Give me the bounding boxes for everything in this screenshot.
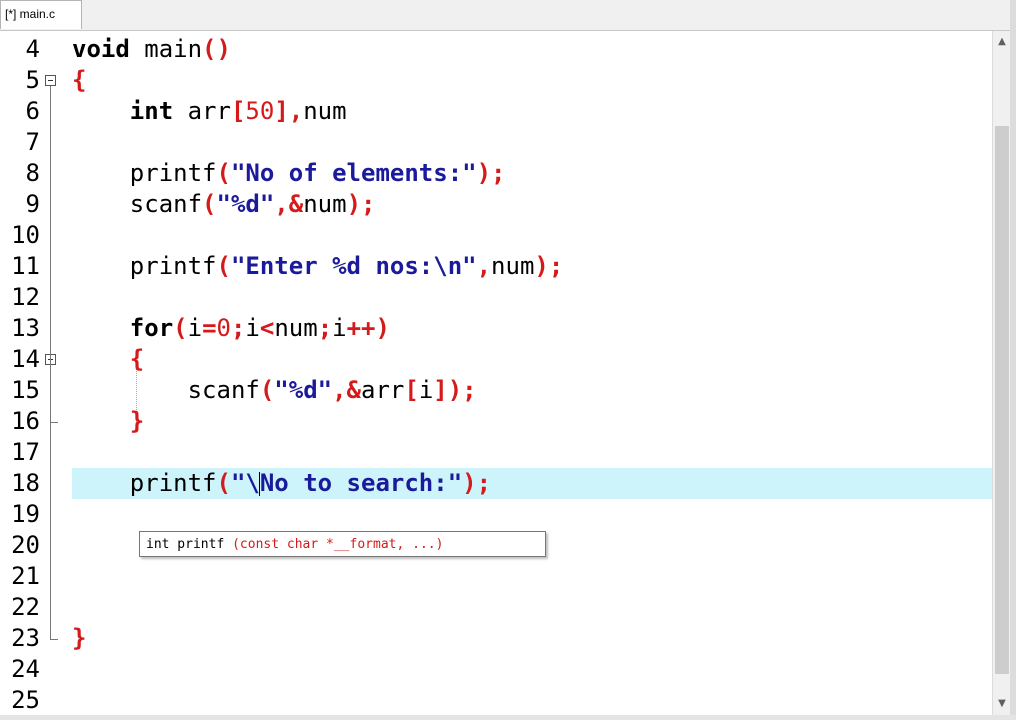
line-number: 13 xyxy=(11,314,40,342)
fold-end-marker xyxy=(50,422,58,423)
line-number: 12 xyxy=(11,283,40,311)
line-number: 20 xyxy=(11,531,40,559)
line-number: 21 xyxy=(11,562,40,590)
code-line[interactable]: scanf("%d",&arr[i]); xyxy=(72,375,992,406)
calltip-params: (const char *__format, ...) xyxy=(232,537,444,552)
line-number: 19 xyxy=(11,500,40,528)
line-number: 4 xyxy=(25,35,40,63)
line-number: 17 xyxy=(11,438,40,466)
code-line[interactable]: printf("\No to search:"); xyxy=(72,468,992,499)
line-number: 6 xyxy=(25,97,40,125)
code-line[interactable] xyxy=(72,592,992,623)
calltip-return: int printf xyxy=(146,537,225,552)
code-line[interactable] xyxy=(72,437,992,468)
code-line[interactable]: scanf("%d",&num); xyxy=(72,189,992,220)
window-edge xyxy=(1010,0,1016,720)
line-number: 14 xyxy=(11,345,40,373)
line-number: 10 xyxy=(11,221,40,249)
tab-bar: [*] main.c xyxy=(0,0,1016,31)
fold-line xyxy=(50,86,51,639)
fold-end-marker xyxy=(50,639,58,640)
code-line[interactable] xyxy=(72,499,992,530)
code-line[interactable] xyxy=(72,561,992,592)
line-number: 8 xyxy=(25,159,40,187)
line-number: 16 xyxy=(11,407,40,435)
code-editor[interactable]: void main(){ int arr[50],num printf("No … xyxy=(0,31,992,715)
code-line[interactable] xyxy=(72,654,992,685)
line-number: 7 xyxy=(25,128,40,156)
line-number: 18 xyxy=(11,469,40,497)
scroll-down-icon[interactable]: ▼ xyxy=(993,695,1011,713)
line-number: 23 xyxy=(11,624,40,652)
tab-label: [*] main.c xyxy=(5,7,56,21)
line-number: 22 xyxy=(11,593,40,621)
tab-main-c[interactable]: [*] main.c xyxy=(0,0,82,29)
line-number: 25 xyxy=(11,686,40,714)
code-line[interactable] xyxy=(72,685,992,715)
fold-toggle-icon[interactable] xyxy=(45,75,56,86)
scrollbar-thumb[interactable] xyxy=(995,126,1009,674)
code-line[interactable] xyxy=(72,220,992,251)
line-number: 9 xyxy=(25,190,40,218)
code-line[interactable]: } xyxy=(72,623,992,654)
code-line[interactable]: printf("No of elements:"); xyxy=(72,158,992,189)
code-line[interactable]: { xyxy=(72,65,992,96)
code-line[interactable] xyxy=(72,282,992,313)
code-line[interactable]: { xyxy=(72,344,992,375)
code-line[interactable] xyxy=(72,127,992,158)
line-number: 5 xyxy=(25,66,40,94)
code-line[interactable]: printf("Enter %d nos:\n",num); xyxy=(72,251,992,282)
line-number: 24 xyxy=(11,655,40,683)
function-signature-tooltip: int printf (const char *__format, ...) xyxy=(139,531,546,557)
vertical-scrollbar[interactable]: ▲ ▼ xyxy=(992,31,1011,715)
window-bottom-edge xyxy=(0,715,1016,720)
code-line[interactable]: for(i=0;i<num;i++) xyxy=(72,313,992,344)
scroll-up-icon[interactable]: ▲ xyxy=(993,33,1011,51)
code-line[interactable]: } xyxy=(72,406,992,437)
fold-line xyxy=(50,365,51,422)
code-line[interactable]: void main() xyxy=(72,34,992,65)
code-line[interactable]: int arr[50],num xyxy=(72,96,992,127)
line-number: 11 xyxy=(11,252,40,280)
line-number: 15 xyxy=(11,376,40,404)
